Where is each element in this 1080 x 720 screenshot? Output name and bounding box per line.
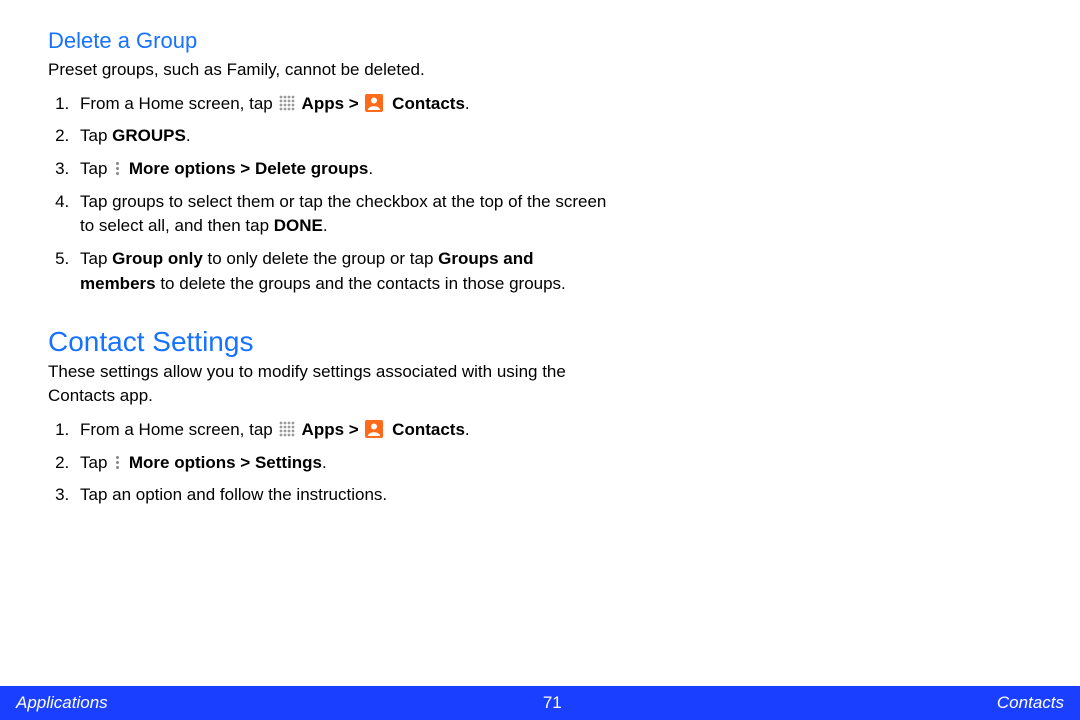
step: Tap More options > Delete groups. <box>74 157 608 182</box>
text: . <box>465 94 470 113</box>
intro-contact-settings: These settings allow you to modify setti… <box>48 360 608 408</box>
text: Tap <box>80 159 112 178</box>
contacts-icon <box>365 94 383 112</box>
text: Tap <box>80 126 112 145</box>
page-content: Delete a Group Preset groups, such as Fa… <box>0 0 656 508</box>
text: Tap <box>80 453 112 472</box>
step: Tap GROUPS. <box>74 124 608 149</box>
text: . <box>186 126 191 145</box>
step: Tap More options > Settings. <box>74 451 608 476</box>
contacts-label: Contacts <box>387 420 464 439</box>
steps-delete-group: From a Home screen, tap Apps > Contacts.… <box>48 92 608 296</box>
step: From a Home screen, tap Apps > Contacts. <box>74 418 608 443</box>
footer-page-number: 71 <box>543 693 562 713</box>
footer-left: Applications <box>16 693 108 713</box>
text: Tap groups to select them or tap the che… <box>80 192 606 236</box>
step: Tap Group only to only delete the group … <box>74 247 608 296</box>
intro-delete-group: Preset groups, such as Family, cannot be… <box>48 58 608 82</box>
apps-grid-icon <box>279 95 295 111</box>
text: From a Home screen, tap <box>80 420 277 439</box>
text: to delete the groups and the contacts in… <box>156 274 566 293</box>
text: to only delete the group or tap <box>203 249 438 268</box>
text: . <box>368 159 373 178</box>
footer-right: Contacts <box>997 693 1064 713</box>
contacts-label: Contacts <box>387 94 464 113</box>
text: Tap an option and follow the instruction… <box>80 485 387 504</box>
text: From a Home screen, tap <box>80 94 277 113</box>
more-options-icon <box>112 454 122 470</box>
text: . <box>465 420 470 439</box>
steps-contact-settings: From a Home screen, tap Apps > Contacts.… <box>48 418 608 508</box>
group-only-label: Group only <box>112 249 203 268</box>
apps-grid-icon <box>279 421 295 437</box>
step: Tap groups to select them or tap the che… <box>74 190 608 239</box>
apps-label: Apps > <box>297 420 363 439</box>
apps-label: Apps > <box>297 94 363 113</box>
step: From a Home screen, tap Apps > Contacts. <box>74 92 608 117</box>
page-footer: Applications 71 Contacts <box>0 686 1080 720</box>
text: . <box>323 216 328 235</box>
step: Tap an option and follow the instruction… <box>74 483 608 508</box>
more-options-icon <box>112 160 122 176</box>
text: . <box>322 453 327 472</box>
heading-delete-group: Delete a Group <box>48 28 608 54</box>
groups-label: GROUPS <box>112 126 186 145</box>
heading-contact-settings: Contact Settings <box>48 326 608 358</box>
more-options-label: More options > Delete groups <box>124 159 368 178</box>
text: Tap <box>80 249 112 268</box>
contacts-icon <box>365 420 383 438</box>
done-label: DONE <box>274 216 323 235</box>
more-options-label: More options > Settings <box>124 453 322 472</box>
